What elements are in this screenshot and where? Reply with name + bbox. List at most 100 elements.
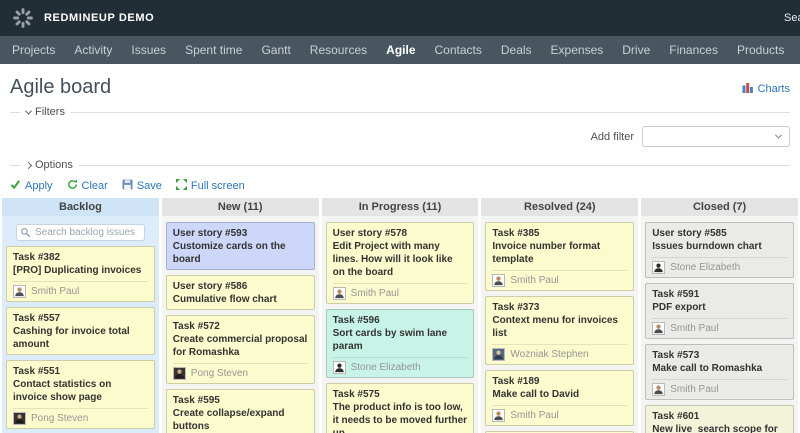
save-button[interactable]: Save bbox=[122, 179, 162, 193]
issue-subject: Customize cards on the board bbox=[173, 240, 308, 266]
charts-label: Charts bbox=[758, 83, 790, 95]
board-column-backlog: Backlog Task #382[PRO] Duplicating invoic… bbox=[2, 198, 159, 433]
assignee-name: Pong Steven bbox=[31, 413, 88, 424]
issue-id[interactable]: Task #591 bbox=[652, 288, 787, 301]
issue-card[interactable]: Task #382[PRO] Duplicating invoicesSmith… bbox=[6, 246, 155, 302]
issue-id[interactable]: Task #573 bbox=[652, 349, 787, 362]
assignee-name: Stone Elizabeth bbox=[351, 362, 421, 373]
chevron-down-icon bbox=[775, 132, 782, 139]
assignee-name: Wozniak Stephen bbox=[510, 349, 588, 360]
issue-id[interactable]: Task #595 bbox=[173, 394, 308, 407]
issue-id[interactable]: Task #557 bbox=[13, 312, 148, 325]
issue-id[interactable]: Task #385 bbox=[492, 227, 627, 240]
issue-id[interactable]: User story #578 bbox=[333, 227, 468, 240]
backlog-search-input[interactable] bbox=[16, 224, 145, 241]
nav-item-agile[interactable]: Agile bbox=[386, 43, 415, 57]
board-column-in-progress: In Progress (11) User story #578Edit Proj… bbox=[322, 198, 479, 433]
nav-item-projects[interactable]: Projects bbox=[12, 43, 55, 57]
issue-card[interactable]: Task #557Cashing for invoice total amoun… bbox=[6, 307, 155, 355]
divider bbox=[10, 112, 20, 113]
filters-fieldset: Filters Add filter bbox=[10, 104, 790, 155]
issue-card[interactable]: Task #596Sort cards by swim lane paramSt… bbox=[326, 309, 475, 378]
issue-assignee: Pong Steven bbox=[173, 363, 308, 380]
avatar bbox=[652, 383, 665, 396]
issue-card[interactable]: User story #593Customize cards on the bo… bbox=[166, 222, 315, 270]
board-column-new: New (11) User story #593Customize cards o… bbox=[162, 198, 319, 433]
issue-assignee: Smith Paul bbox=[13, 281, 148, 298]
redmineup-logo-icon bbox=[12, 7, 34, 29]
issue-card[interactable]: User story #578Edit Project with many li… bbox=[326, 222, 475, 304]
issue-id[interactable]: User story #585 bbox=[652, 227, 787, 240]
nav-item-spent-time[interactable]: Spent time bbox=[185, 43, 242, 57]
board-toolbar: Apply Clear Save bbox=[10, 179, 790, 193]
issue-card[interactable]: Task #385Invoice number format templateS… bbox=[485, 222, 634, 291]
fullscreen-icon bbox=[176, 179, 187, 193]
issue-id[interactable]: Task #189 bbox=[492, 375, 627, 388]
nav-item-products[interactable]: Products bbox=[737, 43, 784, 57]
assignee-name: Smith Paul bbox=[670, 323, 718, 334]
chevron-down-icon[interactable] bbox=[25, 107, 32, 114]
assignee-name: Stone Elizabeth bbox=[670, 262, 740, 273]
issue-card[interactable]: Task #551Contact statistics on invoice s… bbox=[6, 360, 155, 429]
avatar bbox=[173, 367, 186, 380]
avatar bbox=[333, 361, 346, 374]
chevron-right-icon[interactable] bbox=[25, 161, 32, 168]
issue-subject: Create collapse/expand buttons bbox=[173, 407, 308, 433]
column-header: Backlog bbox=[2, 198, 159, 216]
issue-card[interactable]: Task #573Make call to RomashkaSmith Paul bbox=[645, 344, 794, 400]
nav-item-deals[interactable]: Deals bbox=[501, 43, 532, 57]
issue-assignee: Wozniak Stephen bbox=[492, 344, 627, 361]
check-icon bbox=[10, 179, 21, 193]
issue-card[interactable]: Task #572Create commercial proposal for … bbox=[166, 315, 315, 384]
options-fieldset: Options bbox=[10, 157, 790, 173]
issue-id[interactable]: Task #373 bbox=[492, 301, 627, 314]
nav-item-contacts[interactable]: Contacts bbox=[435, 43, 482, 57]
issue-id[interactable]: Task #382 bbox=[13, 251, 148, 264]
issue-subject: Contact statistics on invoice show page bbox=[13, 378, 148, 404]
main-nav: Projects Activity Issues Spent time Gantt Res… bbox=[0, 36, 800, 64]
issue-card[interactable]: Task #595Create collapse/expand buttonsS… bbox=[166, 389, 315, 433]
issue-card[interactable]: Task #591PDF exportSmith Paul bbox=[645, 283, 794, 339]
page-title: Agile board bbox=[10, 76, 790, 99]
avatar bbox=[652, 322, 665, 335]
issue-id[interactable]: Task #551 bbox=[13, 365, 148, 378]
issue-assignee: Pong Steven bbox=[13, 408, 148, 425]
issue-card[interactable]: Task #601New live_search scope for issue… bbox=[645, 405, 794, 433]
top-bar: REDMINEUP DEMO Search bbox=[0, 0, 800, 36]
options-legend[interactable]: Options bbox=[35, 159, 73, 171]
nav-item-activity[interactable]: Activity bbox=[74, 43, 112, 57]
issue-id[interactable]: Task #572 bbox=[173, 320, 308, 333]
fullscreen-button[interactable]: Full screen bbox=[176, 179, 245, 193]
add-filter-label: Add filter bbox=[591, 131, 634, 143]
nav-item-gantt[interactable]: Gantt bbox=[261, 43, 290, 57]
add-filter-select[interactable] bbox=[642, 126, 790, 147]
issue-id[interactable]: Task #575 bbox=[333, 388, 468, 401]
issue-subject: Invoice number format template bbox=[492, 240, 627, 266]
avatar bbox=[13, 285, 26, 298]
issue-id[interactable]: Task #596 bbox=[333, 314, 468, 327]
issue-card[interactable]: Task #189Make call to DavidSmith Paul bbox=[485, 370, 634, 426]
issue-card[interactable]: User story #586Cumulative flow chart bbox=[166, 275, 315, 310]
nav-item-resources[interactable]: Resources bbox=[310, 43, 367, 57]
apply-button[interactable]: Apply bbox=[10, 179, 53, 193]
nav-item-issues[interactable]: Issues bbox=[131, 43, 166, 57]
nav-item-expenses[interactable]: Expenses bbox=[551, 43, 604, 57]
nav-item-drive[interactable]: Drive bbox=[622, 43, 650, 57]
top-search-link[interactable]: Search bbox=[784, 12, 800, 24]
column-body: Task #382[PRO] Duplicating invoicesSmith… bbox=[2, 216, 159, 433]
avatar bbox=[492, 274, 505, 287]
issue-card[interactable]: Task #575The product info is too low, it… bbox=[326, 383, 475, 433]
column-header: In Progress (11) bbox=[322, 198, 479, 216]
filters-legend[interactable]: Filters bbox=[35, 106, 65, 118]
charts-link[interactable]: Charts bbox=[742, 81, 790, 96]
issue-card[interactable]: Task #373Context menu for invoices listW… bbox=[485, 296, 634, 365]
issue-id[interactable]: Task #601 bbox=[652, 410, 787, 423]
issue-card[interactable]: User story #585Issues burndown chartSton… bbox=[645, 222, 794, 278]
issue-subject: Make call to David bbox=[492, 388, 627, 401]
issue-id[interactable]: User story #586 bbox=[173, 280, 308, 293]
clear-button[interactable]: Clear bbox=[67, 179, 108, 193]
issue-id[interactable]: User story #593 bbox=[173, 227, 308, 240]
nav-item-finances[interactable]: Finances bbox=[669, 43, 718, 57]
column-header: New (11) bbox=[162, 198, 319, 216]
divider bbox=[79, 165, 790, 166]
